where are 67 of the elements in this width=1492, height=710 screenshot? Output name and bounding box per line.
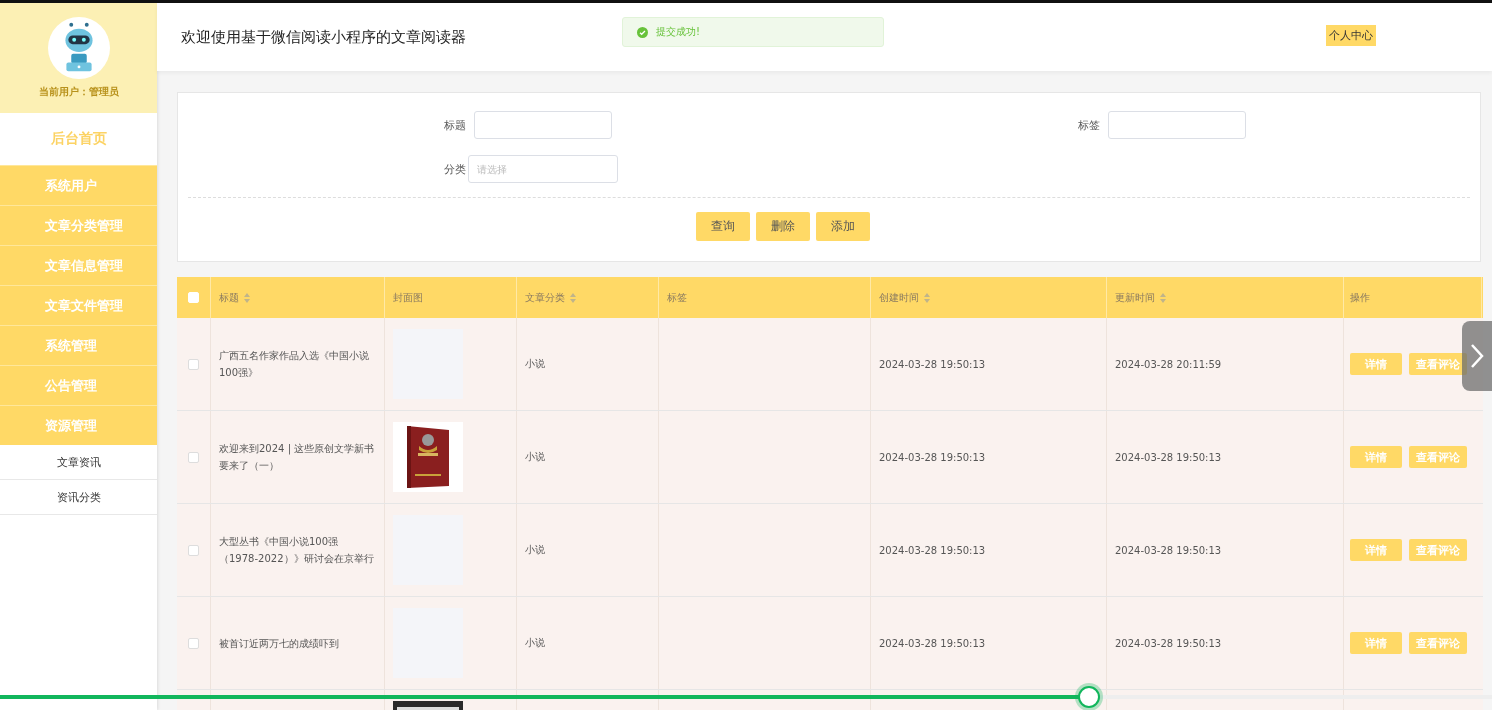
created-time: 2024-03-28 19:50:13 <box>879 637 986 649</box>
field-label: 分类 <box>444 161 466 177</box>
row-action-button[interactable]: 详情 <box>1350 539 1402 561</box>
select-all-checkbox[interactable] <box>188 292 199 303</box>
field-label: 标签 <box>1078 117 1100 133</box>
updated-time: 2024-03-28 20:11:59 <box>1115 358 1222 370</box>
menu-group[interactable]: 文章文件管理 <box>0 285 157 325</box>
submenu-item[interactable]: 资讯分类 <box>0 480 157 515</box>
column-header: 封面图 <box>393 290 423 305</box>
column-header: 操作 <box>1350 290 1370 305</box>
created-time: 2024-03-28 19:50:13 <box>879 544 986 556</box>
row-action-button[interactable]: 查看评论 <box>1409 632 1467 654</box>
column-header[interactable]: 文章分类 <box>525 290 576 305</box>
updated-time: 2024-03-28 19:50:13 <box>1115 544 1222 556</box>
tag-input-field[interactable] <box>1108 111 1246 139</box>
row-action-button[interactable]: 详情 <box>1350 446 1402 468</box>
category-text: 小说 <box>525 357 545 371</box>
updated-time: 2024-03-28 19:50:13 <box>1115 637 1222 649</box>
sort-icon[interactable] <box>924 292 930 303</box>
chevron-right-icon <box>1470 343 1484 369</box>
category-text: 小说 <box>525 636 545 650</box>
action-button[interactable]: 添加 <box>816 212 870 241</box>
field-label: 标题 <box>444 117 466 133</box>
category-text: 小说 <box>525 543 545 557</box>
article-title: 广西五名作家作品入选《中国小说100强》 <box>219 349 370 380</box>
menu-group[interactable]: 系统管理 <box>0 325 157 365</box>
home-menu-item[interactable]: 后台首页 <box>0 113 157 165</box>
row-action-button[interactable]: 查看评论 <box>1409 446 1467 468</box>
current-user-label: 当前用户：管理员 <box>38 85 119 99</box>
robot-avatar-icon <box>47 17 110 79</box>
column-header[interactable]: 创建时间 <box>879 290 930 305</box>
row-checkbox[interactable] <box>188 637 199 649</box>
category-select-field[interactable]: 请选择 <box>468 155 618 183</box>
action-button[interactable]: 删除 <box>756 212 810 241</box>
row-checkbox[interactable] <box>188 358 199 370</box>
user-center-button[interactable]: 个人中心 <box>1326 25 1376 46</box>
row-checkbox[interactable] <box>188 544 199 556</box>
sort-icon[interactable] <box>244 292 250 303</box>
column-header: 标签 <box>667 290 687 305</box>
row-action-button[interactable]: 查看评论 <box>1409 539 1467 561</box>
created-time: 2024-03-28 19:50:13 <box>879 451 986 463</box>
sort-icon[interactable] <box>1160 292 1166 303</box>
menu-group[interactable]: 公告管理 <box>0 365 157 405</box>
article-title: 大型丛书《中国小说100强（1978-2022）》研讨会在京举行 <box>219 535 375 566</box>
article-title: 被首订近两万七的成绩吓到 <box>219 636 339 651</box>
menu-group[interactable]: 文章信息管理 <box>0 245 157 285</box>
toast-message: 提交成功! <box>656 25 700 39</box>
created-time: 2024-03-28 19:50:13 <box>879 358 986 370</box>
action-button[interactable]: 查询 <box>696 212 750 241</box>
row-action-button[interactable]: 详情 <box>1350 353 1402 375</box>
row-action-button[interactable]: 详情 <box>1350 632 1402 654</box>
sort-icon[interactable] <box>570 292 576 303</box>
check-circle-icon <box>637 26 648 38</box>
menu-group[interactable]: 资源管理 <box>0 405 157 445</box>
article-title: 欢迎来到2024 | 这些原创文学新书要来了（一） <box>219 442 376 473</box>
video-seek-bar[interactable] <box>0 685 1492 709</box>
menu-group[interactable]: 文章分类管理 <box>0 205 157 245</box>
category-text: 小说 <box>525 450 545 464</box>
updated-time: 2024-03-28 19:50:13 <box>1115 451 1222 463</box>
column-header[interactable]: 更新时间 <box>1115 290 1166 305</box>
title-input-field[interactable] <box>474 111 612 139</box>
welcome-title: 欢迎使用基于微信阅读小程序的文章阅读器 <box>181 27 466 47</box>
row-checkbox[interactable] <box>188 451 199 463</box>
column-header[interactable]: 标题 <box>219 290 250 305</box>
submenu-item[interactable]: 文章资讯 <box>0 445 157 480</box>
next-button[interactable] <box>1462 321 1492 391</box>
menu-group[interactable]: 系统用户 <box>0 165 157 205</box>
